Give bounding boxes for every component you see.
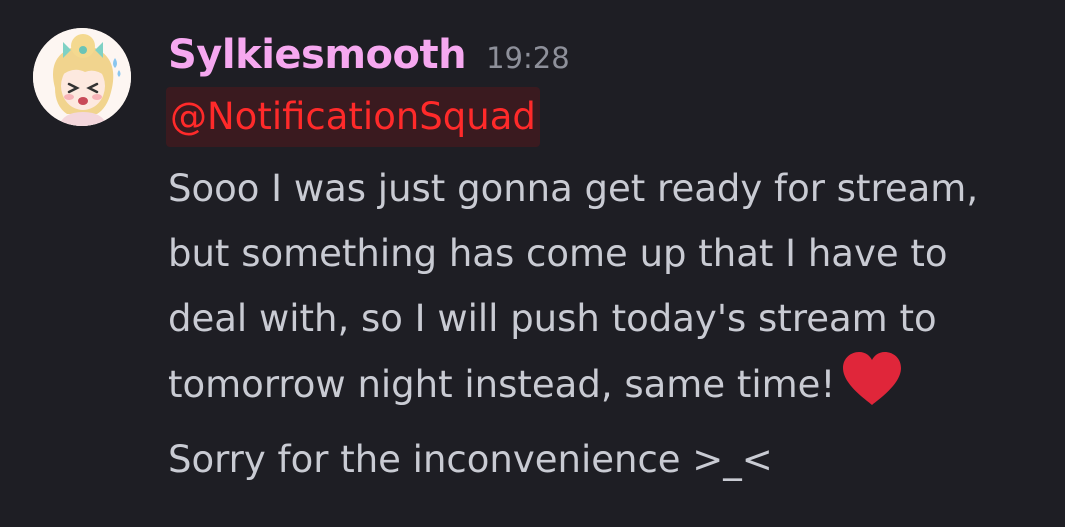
timestamp[interactable]: 19:28 [486, 41, 570, 75]
message-line-with-emoji: tomorrow night instead, same time! [168, 351, 1048, 427]
message-line: Sorry for the inconvenience >_< [168, 438, 773, 481]
message-header: Sylkiesmooth 19:28 [168, 28, 570, 82]
avatar[interactable] [33, 28, 131, 126]
message-line: Sooo I was just gonna get ready for stre… [168, 167, 979, 210]
chat-message: Sylkiesmooth 19:28 @NotificationSquad So… [0, 0, 1065, 527]
mention-line: @NotificationSquad [166, 87, 540, 147]
message-content: Sooo I was just gonna get ready for stre… [168, 156, 1048, 492]
red-heart-icon[interactable] [841, 351, 903, 427]
username[interactable]: Sylkiesmooth [168, 32, 467, 78]
message-line: but something has come up that I have to [168, 232, 948, 275]
avatar-image [33, 28, 131, 126]
message-line-text: tomorrow night instead, same time! [168, 363, 836, 406]
message-line: deal with, so I will push today's stream… [168, 297, 937, 340]
role-mention[interactable]: @NotificationSquad [166, 87, 540, 147]
